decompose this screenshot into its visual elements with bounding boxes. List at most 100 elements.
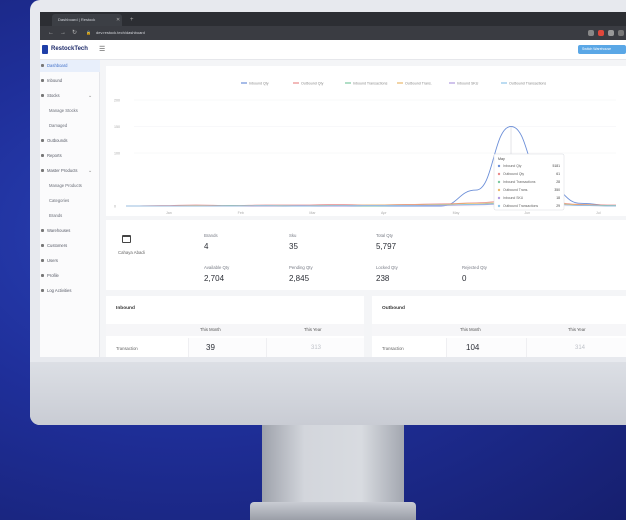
sidebar-item-icon bbox=[41, 154, 44, 157]
switch-warehouse-button[interactable]: Switch Warehouse bbox=[578, 45, 626, 54]
column-this-year: This Year bbox=[304, 327, 322, 332]
column-this-month: This Month bbox=[460, 327, 481, 332]
stat-value-rejected-qty: 0 bbox=[462, 274, 467, 283]
sidebar-item[interactable]: Customers bbox=[40, 240, 100, 252]
profile-icon[interactable] bbox=[608, 30, 614, 36]
sidebar-item[interactable]: Categories bbox=[40, 195, 100, 207]
chevron-down-icon: ⌄ bbox=[88, 93, 93, 99]
hamburger-menu-icon[interactable]: ☰ bbox=[99, 44, 105, 55]
sidebar-item[interactable]: Warehouses bbox=[40, 225, 100, 237]
tooltip-value: 18 bbox=[556, 196, 560, 200]
sidebar-item-label: Log Activities bbox=[47, 288, 72, 293]
sidebar-item-icon bbox=[41, 94, 44, 97]
url-input[interactable]: dev.restock.tech/dashboard bbox=[96, 26, 145, 40]
app-logo: RestockTech bbox=[51, 46, 88, 52]
tooltip-swatch bbox=[497, 204, 501, 208]
x-tick-label: Jun bbox=[524, 211, 530, 215]
sidebar-item[interactable]: Stocks ⌄ bbox=[40, 90, 100, 102]
screen: Dashboard | Restock ✕ + ← → ↻ 🔒 dev.rest… bbox=[40, 12, 626, 357]
warehouse-name: Cahaya Abadi bbox=[118, 250, 145, 255]
x-tick-label: Jan bbox=[166, 211, 172, 215]
sidebar-item-label: Brands bbox=[49, 213, 63, 218]
sidebar-item-label: Outbounds bbox=[47, 138, 68, 143]
tooltip-swatch bbox=[497, 180, 501, 184]
chevron-down-icon: ⌄ bbox=[88, 168, 93, 174]
sidebar-item[interactable]: Manage Products bbox=[40, 180, 100, 192]
sidebar-item[interactable]: Brands bbox=[40, 210, 100, 222]
y-tick-label: 100 bbox=[114, 152, 120, 156]
stock-line-chart: Inbound Qty Outbound Qty Inbound Transacti… bbox=[114, 82, 617, 215]
stats-card: Cahaya Abadi Brands 4 Sku 35 Total Qty 5… bbox=[106, 220, 626, 290]
value-this-year: 313 bbox=[311, 345, 322, 351]
sidebar-item-icon bbox=[41, 139, 44, 142]
tooltip-label: Outbound Qty bbox=[503, 172, 524, 176]
reload-icon[interactable]: ↻ bbox=[72, 26, 77, 40]
x-tick-label: Mar bbox=[309, 211, 316, 215]
monitor-stand-base bbox=[250, 502, 416, 520]
tooltip-label: Inbound SKU bbox=[503, 196, 524, 200]
sidebar-item-label: Inbound bbox=[47, 78, 63, 83]
tooltip-swatch bbox=[497, 172, 501, 176]
new-tab-icon[interactable]: + bbox=[130, 14, 134, 26]
row-label: Transaction bbox=[116, 346, 138, 351]
tooltip-label: Inbound Qty bbox=[503, 164, 522, 168]
tab-title: Dashboard | Restock bbox=[58, 17, 96, 22]
column-this-month: This Month bbox=[200, 327, 221, 332]
tooltip-title: May bbox=[498, 157, 505, 161]
sidebar-item-label: Damaged bbox=[49, 123, 68, 128]
warehouse-icon bbox=[122, 235, 131, 243]
tooltip-value: 350 bbox=[554, 188, 560, 192]
table-title: Outbound bbox=[382, 306, 405, 311]
legend-label: Inbound Qty bbox=[249, 82, 269, 86]
y-tick-label: 0 bbox=[114, 205, 116, 209]
sidebar-item-icon bbox=[41, 169, 44, 172]
sidebar-item[interactable]: Inbound bbox=[40, 75, 100, 87]
stat-label-locked-qty: Locked Qty bbox=[376, 265, 398, 270]
sidebar-item-icon bbox=[41, 274, 44, 277]
browser-menu-icon[interactable] bbox=[618, 30, 624, 36]
sidebar-item[interactable]: Master Products ⌄ bbox=[40, 165, 100, 177]
tooltip-label: Outbound Transactions bbox=[503, 204, 538, 208]
sidebar-item-label: Customers bbox=[47, 243, 68, 248]
column-this-year: This Year bbox=[568, 327, 586, 332]
sidebar-item[interactable]: Manage Stocks bbox=[40, 105, 100, 117]
stat-value-sku: 35 bbox=[289, 242, 298, 251]
sidebar-item-label: Stocks bbox=[47, 93, 60, 98]
stat-value-pending-qty: 2,845 bbox=[289, 274, 310, 283]
sidebar-item[interactable]: Outbounds bbox=[40, 135, 100, 147]
sidebar-item-icon bbox=[41, 64, 44, 67]
sidebar-item[interactable]: Reports bbox=[40, 150, 100, 162]
monitor-stand bbox=[262, 425, 404, 507]
sidebar-item[interactable]: Profile bbox=[40, 270, 100, 282]
sidebar-item[interactable]: Log Activities bbox=[40, 285, 100, 297]
table-title: Inbound bbox=[116, 306, 135, 311]
sidebar-item[interactable]: Damaged bbox=[40, 120, 100, 132]
tooltip-label: Inbound Transactions bbox=[503, 180, 536, 184]
tooltip-value: 61 bbox=[556, 172, 560, 176]
sidebar-item-icon bbox=[41, 244, 44, 247]
browser-tab[interactable]: Dashboard | Restock bbox=[52, 14, 122, 26]
bookmark-icon[interactable] bbox=[588, 30, 594, 36]
sidebar-item-label: Profile bbox=[47, 273, 59, 278]
extension-icon[interactable] bbox=[598, 30, 604, 36]
sidebar-item-label: Master Products bbox=[47, 168, 78, 173]
sidebar-item-label: Manage Products bbox=[49, 183, 82, 188]
tooltip-label: Outbound Trans. bbox=[503, 188, 528, 192]
stat-label-pending-qty: Pending Qty bbox=[289, 265, 313, 270]
stat-value-total-qty: 5,797 bbox=[376, 242, 397, 251]
legend-label: Outbound Trans. bbox=[405, 82, 432, 86]
sidebar-item[interactable]: Dashboard bbox=[40, 60, 100, 72]
value-this-month: 104 bbox=[466, 343, 480, 352]
table-cell bbox=[188, 338, 266, 357]
back-icon[interactable]: ← bbox=[48, 26, 54, 40]
forward-icon[interactable]: → bbox=[60, 26, 66, 40]
sidebar-item-label: Warehouses bbox=[47, 228, 71, 233]
sidebar-item[interactable]: Users bbox=[40, 255, 100, 267]
button-label: Switch Warehouse bbox=[582, 47, 612, 51]
x-tick-label: Apr bbox=[381, 211, 387, 215]
monitor-chin bbox=[30, 362, 626, 425]
close-tab-icon[interactable]: ✕ bbox=[116, 14, 120, 26]
sidebar-item-icon bbox=[41, 229, 44, 232]
legend-label: Outbound Transactions bbox=[509, 82, 546, 86]
browser-tab-bar: Dashboard | Restock ✕ + bbox=[40, 12, 626, 26]
